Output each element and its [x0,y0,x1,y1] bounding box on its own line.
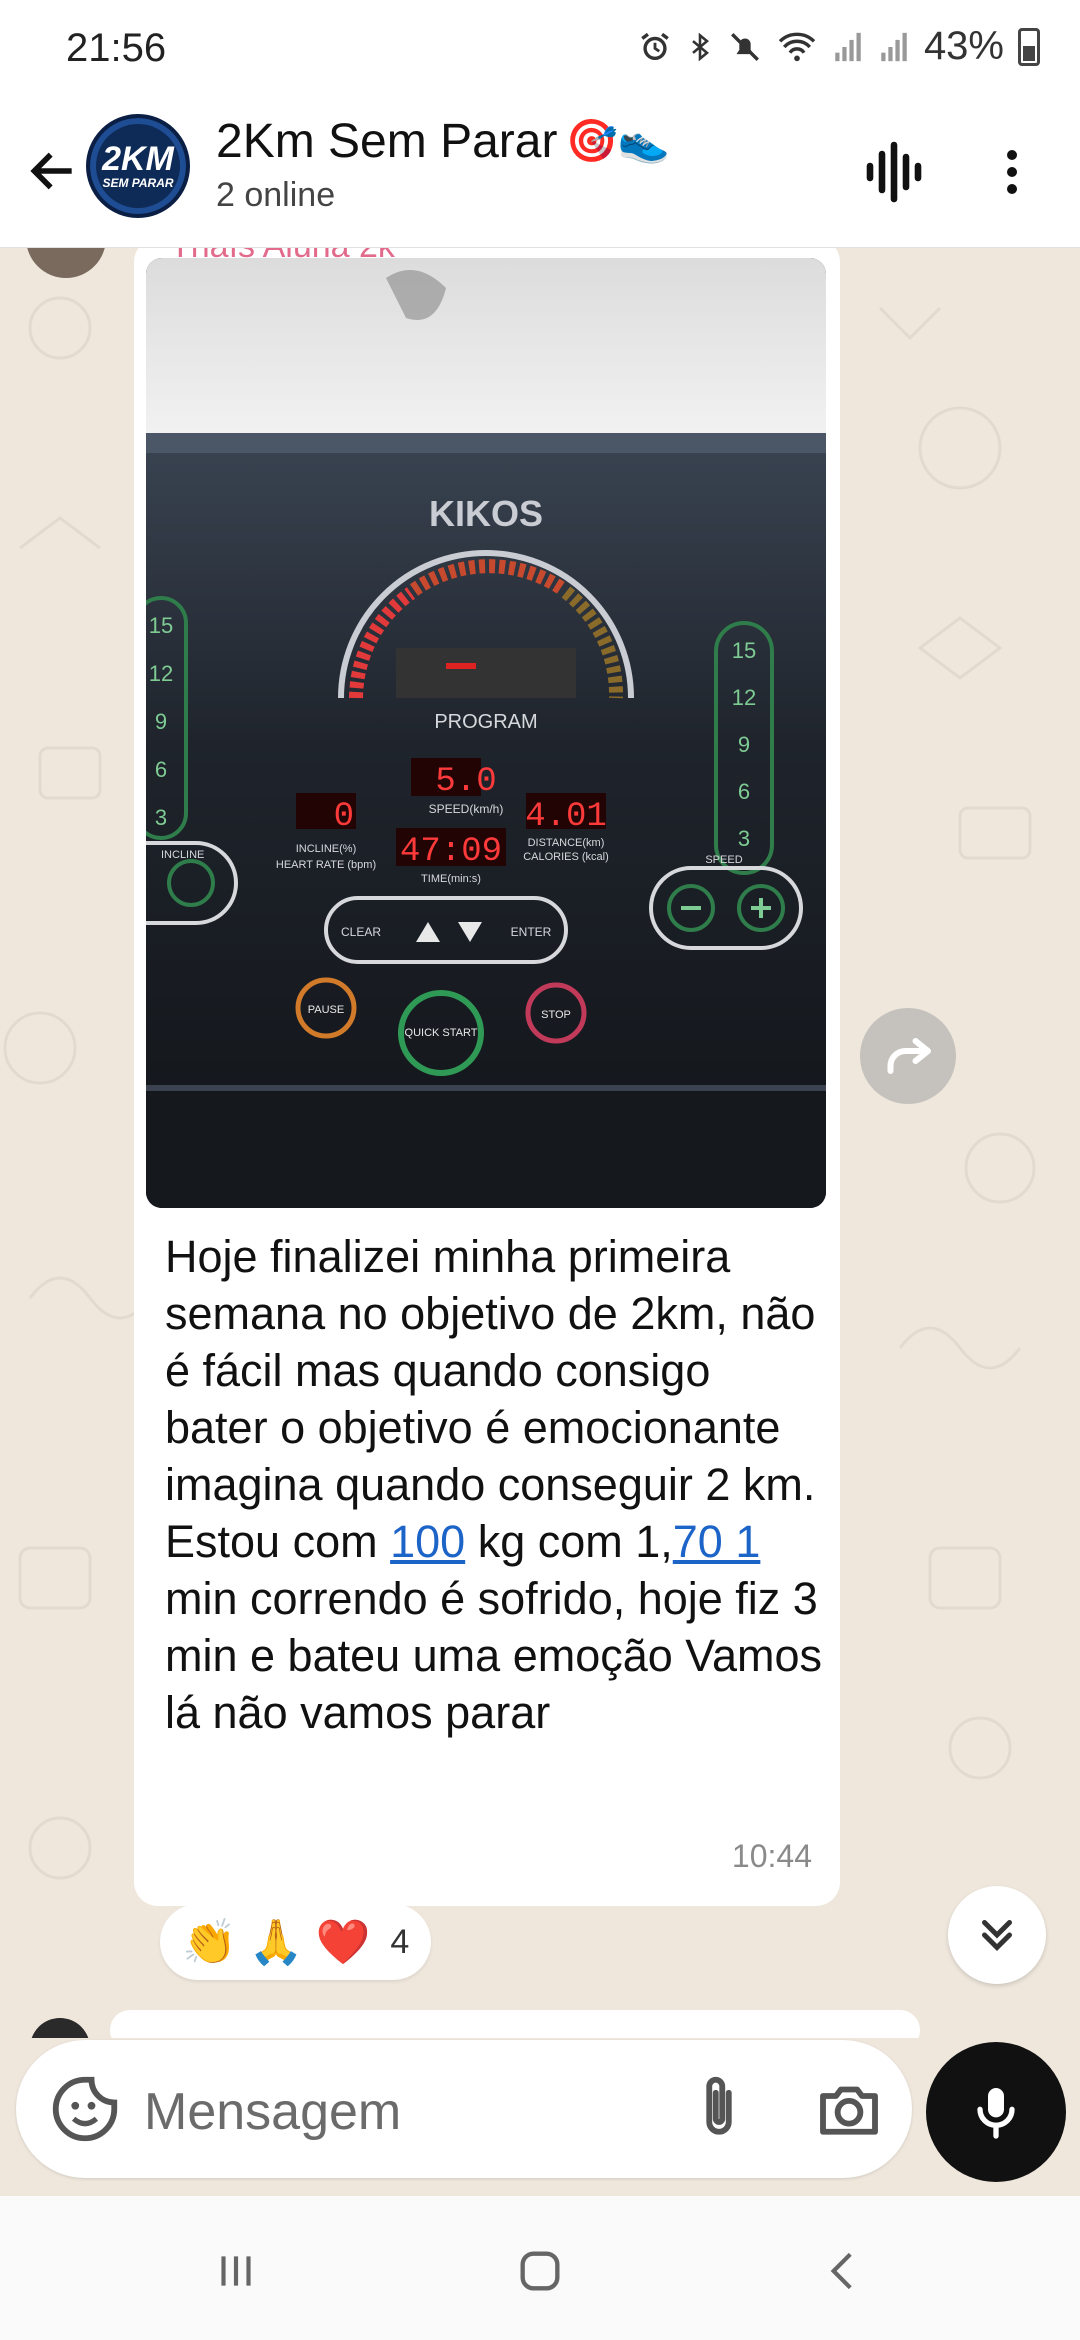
voice-chat-button[interactable] [858,136,930,208]
message-input[interactable]: Mensagem [144,2082,401,2142]
message-reactions[interactable]: 👏 🙏 ❤️ 4 [160,1904,432,1980]
sticker-icon [52,2076,118,2142]
speed-display: 5.0 [435,763,496,801]
program-label: PROGRAM [434,711,537,733]
back-nav-button[interactable] [804,2236,884,2306]
status-bar: 21:56 43% [0,0,1080,100]
recent-apps-icon [221,2256,251,2286]
reaction-count: 4 [390,1922,410,1961]
audio-wave-icon [866,141,922,203]
speed-side-label: SPEED [705,854,742,866]
stop-label: STOP [541,1009,571,1021]
chat-header: 2KM SEM PARAR 2Km Sem Parar 🎯👟 2 online [0,100,1080,248]
avatar-text-sub: SEM PARAR [102,176,174,190]
message-text-part2: kg com 1, [465,1516,673,1567]
treadmill-console-image: KIKOS PROGRAM 5.0 SPEED(km/h) 0 47:09 4.… [146,258,826,1208]
heart-reaction: ❤️ [315,1918,371,1967]
forward-button[interactable] [860,1008,956,1104]
chat-area[interactable]: Thaís Aluna 2k KIKOS [0,248,1080,2038]
status-icons: 43% [638,24,1040,69]
avatar-text-main: 2KM [102,140,174,178]
incline-level-9: 9 [155,709,167,734]
chevron-left-icon [830,2252,852,2290]
title-emoji: 🎯👟 [565,117,671,164]
online-status: 2 online [216,176,336,214]
home-icon [520,2251,560,2291]
message-input-bar[interactable]: Mensagem [16,2040,912,2178]
incline-level-12: 12 [149,661,173,686]
message-photo[interactable]: KIKOS PROGRAM 5.0 SPEED(km/h) 0 47:09 4.… [146,258,826,1208]
speed-label: SPEED(km/h) [429,802,504,816]
double-chevron-down-icon [982,1920,1012,1952]
time-display: 47:09 [400,833,502,871]
heart-rate-label: HEART RATE (bpm) [276,859,376,871]
speed-level-12: 12 [732,685,756,710]
dot-icon [1007,166,1017,177]
message-bubble[interactable]: Thaís Aluna 2k KIKOS [134,248,840,1906]
wifi-icon [778,32,816,61]
mute-icon [730,32,759,61]
pray-reaction: 🙏 [248,1918,304,1967]
alarm-icon [641,32,669,60]
message-link-1[interactable]: 100 [390,1516,465,1567]
speed-level-3: 3 [738,826,750,851]
next-message-bubble[interactable] [110,2010,920,2038]
speed-level-6: 6 [738,779,750,804]
incline-display: 0 [334,798,354,836]
bluetooth-icon [692,32,709,61]
back-button[interactable] [18,136,88,206]
distance-label: DISTANCE(km) [528,837,605,849]
pause-label: PAUSE [308,1004,344,1016]
chat-title[interactable]: 2Km Sem Parar 🎯👟 [216,114,670,169]
recent-apps-button[interactable] [196,2236,276,2306]
message-time: 10:44 [731,1838,812,1874]
system-navigation-bar [0,2196,1080,2340]
status-time: 21:56 [66,26,167,70]
dot-icon [1007,149,1017,160]
signal-icon [835,32,861,61]
incline-side-label: INCLINE [161,849,204,861]
clear-label: CLEAR [341,925,381,939]
chat-title-text: 2Km Sem Parar [216,115,558,168]
paperclip-icon [706,2076,732,2135]
battery-percent: 43% [923,24,1004,68]
message-text: Hoje finalizei minha primeira semana no … [165,1228,825,1741]
voice-message-button[interactable] [926,2042,1066,2182]
arrow-left-icon [30,152,72,190]
brand-logo: KIKOS [429,493,543,534]
battery-icon [1018,27,1040,66]
incline-level-6: 6 [155,757,167,782]
microphone-icon [977,2088,1015,2139]
distance-display: 4.01 [525,798,607,836]
dot-icon [1007,184,1017,195]
calories-label: CALORIES (kcal) [523,851,609,863]
home-button[interactable] [500,2236,580,2306]
clap-reaction: 👏 [182,1918,237,1967]
forward-icon [887,1038,931,1074]
message-link-2[interactable]: 70 1 [673,1516,761,1567]
quick-start-label: QUICK START [405,1027,478,1039]
signal-icon-2 [881,32,907,61]
enter-label: ENTER [511,925,552,939]
scroll-to-bottom-button[interactable] [948,1886,1046,1984]
speed-level-9: 9 [738,732,750,757]
camera-button[interactable] [810,2070,888,2148]
time-label: TIME(min:s) [421,873,481,885]
message-text-part3: min correndo é sofrido, hoje fiz 3 min e… [165,1573,823,1738]
incline-label: INCLINE(%) [296,843,357,855]
sticker-button[interactable] [46,2070,124,2148]
more-options-button[interactable] [990,136,1034,208]
group-avatar[interactable]: 2KM SEM PARAR [86,114,190,218]
incline-level-3: 3 [155,805,167,830]
camera-icon [820,2086,878,2135]
incline-level-15: 15 [149,613,173,638]
attach-button[interactable] [680,2070,758,2148]
speed-level-15: 15 [732,638,756,663]
